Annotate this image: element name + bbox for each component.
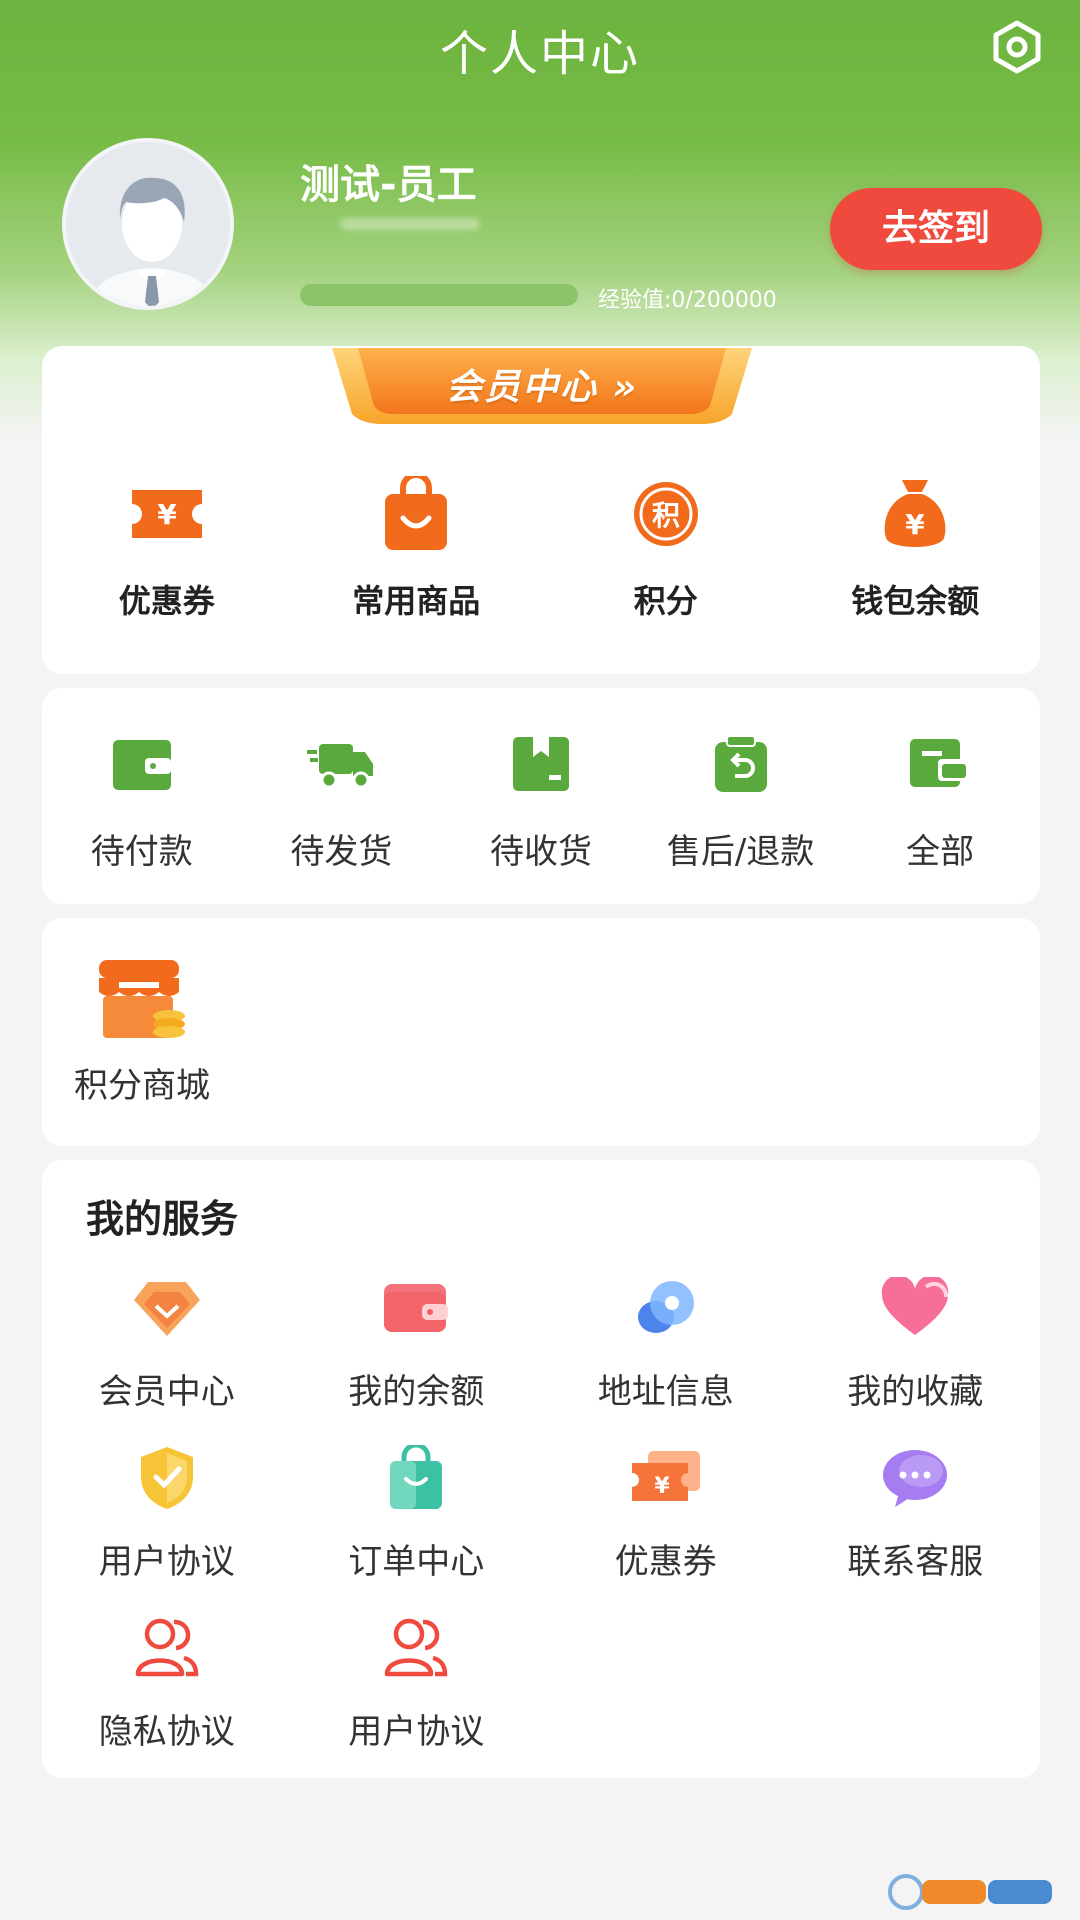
service-label: 我的余额 [348, 1372, 485, 1412]
chevron-right-icon: » [612, 367, 638, 408]
svg-text:积: 积 [652, 499, 680, 532]
order-pending-receipt[interactable]: 待收货 [441, 724, 641, 873]
points-mall-card: 积分商城 [42, 918, 1040, 1146]
bag-icon [376, 1438, 456, 1518]
order-pending-shipment[interactable]: 待发货 [242, 724, 442, 873]
services-row-1: 会员中心 我的余额 地址信息 我的收藏 [42, 1268, 1040, 1413]
service-label: 联系客服 [847, 1542, 984, 1582]
order-all[interactable]: 全部 [840, 724, 1040, 873]
package-icon [501, 724, 581, 804]
service-coupon[interactable]: ¥ 优惠券 [541, 1438, 791, 1583]
service-label: 地址信息 [597, 1372, 734, 1412]
order-after-sales-refund[interactable]: 售后/退款 [641, 724, 841, 873]
member-card: 会员中心 » ¥ 优惠券 常用商品 积 积分 ¥ 钱包余额 [42, 346, 1040, 674]
site-watermark-logo [886, 1872, 1056, 1912]
points-mall-label: 积分商城 [74, 1066, 210, 1106]
service-my-balance[interactable]: 我的余额 [292, 1268, 542, 1413]
service-user-agreement-2[interactable]: 用户协议 [292, 1608, 542, 1753]
points-mall-entry[interactable]: 积分商城 [72, 958, 212, 1107]
orders-grid: 待付款 待发货 待收货 售后/退款 全部 [42, 724, 1040, 873]
member-grid: ¥ 优惠券 常用商品 积 积分 ¥ 钱包余额 [42, 474, 1040, 622]
avatar[interactable] [62, 138, 234, 310]
member-item-frequent-goods[interactable]: 常用商品 [292, 474, 542, 622]
services-card: 我的服务 会员中心 我的余额 地址信息 我的收藏 用户协议 订单中心 ¥ 优惠券… [42, 1160, 1040, 1778]
heart-icon [875, 1268, 955, 1348]
services-row-3: 隐私协议 用户协议 [42, 1608, 1040, 1753]
service-label: 用户协议 [348, 1712, 485, 1752]
page-title: 个人中心 [439, 26, 640, 82]
users-icon [376, 1608, 456, 1688]
orders-card: 待付款 待发货 待收货 售后/退款 全部 [42, 688, 1040, 904]
service-member-center[interactable]: 会员中心 [42, 1268, 292, 1413]
service-label: 会员中心 [98, 1372, 235, 1412]
member-center-banner[interactable]: 会员中心 » [332, 344, 752, 426]
order-label: 全部 [906, 832, 975, 872]
wallet-icon [376, 1268, 456, 1348]
wallet-icon [102, 724, 182, 804]
member-item-points[interactable]: 积 积分 [541, 474, 791, 622]
member-item-label: 优惠券 [118, 582, 215, 620]
experience-progress-bar [300, 284, 578, 306]
blurred-user-id [340, 218, 480, 230]
service-label: 用户协议 [98, 1542, 235, 1582]
checkin-button[interactable]: 去签到 [830, 188, 1042, 270]
svg-text:¥: ¥ [906, 508, 926, 541]
diamond-icon [127, 1268, 207, 1348]
settings-icon[interactable] [990, 20, 1044, 74]
service-label: 隐私协议 [98, 1712, 235, 1752]
services-title: 我的服务 [86, 1197, 239, 1241]
order-label: 售后/退款 [666, 832, 815, 872]
experience-label: 经验值:0/200000 [598, 288, 777, 313]
svg-text:¥: ¥ [157, 498, 177, 531]
service-order-center[interactable]: 订单中心 [292, 1438, 542, 1583]
user-name: 测试-员工 [300, 162, 477, 208]
coupon-icon: ¥ [626, 1438, 706, 1518]
order-pending-payment[interactable]: 待付款 [42, 724, 242, 873]
service-my-favorites[interactable]: 我的收藏 [791, 1268, 1041, 1413]
store-icon [97, 958, 187, 1042]
member-item-label: 常用商品 [352, 582, 481, 620]
member-item-coupon[interactable]: ¥ 优惠券 [42, 474, 292, 622]
service-user-agreement[interactable]: 用户协议 [42, 1438, 292, 1583]
services-row-2: 用户协议 订单中心 ¥ 优惠券 联系客服 [42, 1438, 1040, 1583]
points-icon: 积 [626, 474, 706, 554]
money-bag-icon: ¥ [875, 474, 955, 554]
location-icon [626, 1268, 706, 1348]
member-item-label: 积分 [633, 582, 698, 620]
refund-icon [701, 724, 781, 804]
service-label: 优惠券 [614, 1542, 717, 1582]
member-item-wallet-balance[interactable]: ¥ 钱包余额 [791, 474, 1041, 622]
order-label: 待发货 [290, 832, 393, 872]
service-privacy-agreement[interactable]: 隐私协议 [42, 1608, 292, 1753]
member-banner-label: 会员中心 [446, 367, 599, 408]
order-label: 待付款 [90, 832, 193, 872]
order-label: 待收货 [489, 832, 592, 872]
service-contact-support[interactable]: 联系客服 [791, 1438, 1041, 1583]
svg-text:¥: ¥ [654, 1474, 670, 1499]
coupon-icon: ¥ [127, 474, 207, 554]
all-orders-icon [900, 724, 980, 804]
service-address-info[interactable]: 地址信息 [541, 1268, 791, 1413]
service-label: 我的收藏 [847, 1372, 984, 1412]
users-icon [127, 1608, 207, 1688]
shield-icon [127, 1438, 207, 1518]
truck-icon [301, 724, 381, 804]
shopping-bag-icon [376, 474, 456, 554]
member-item-label: 钱包余额 [851, 582, 980, 620]
chat-icon [875, 1438, 955, 1518]
service-label: 订单中心 [348, 1542, 485, 1582]
